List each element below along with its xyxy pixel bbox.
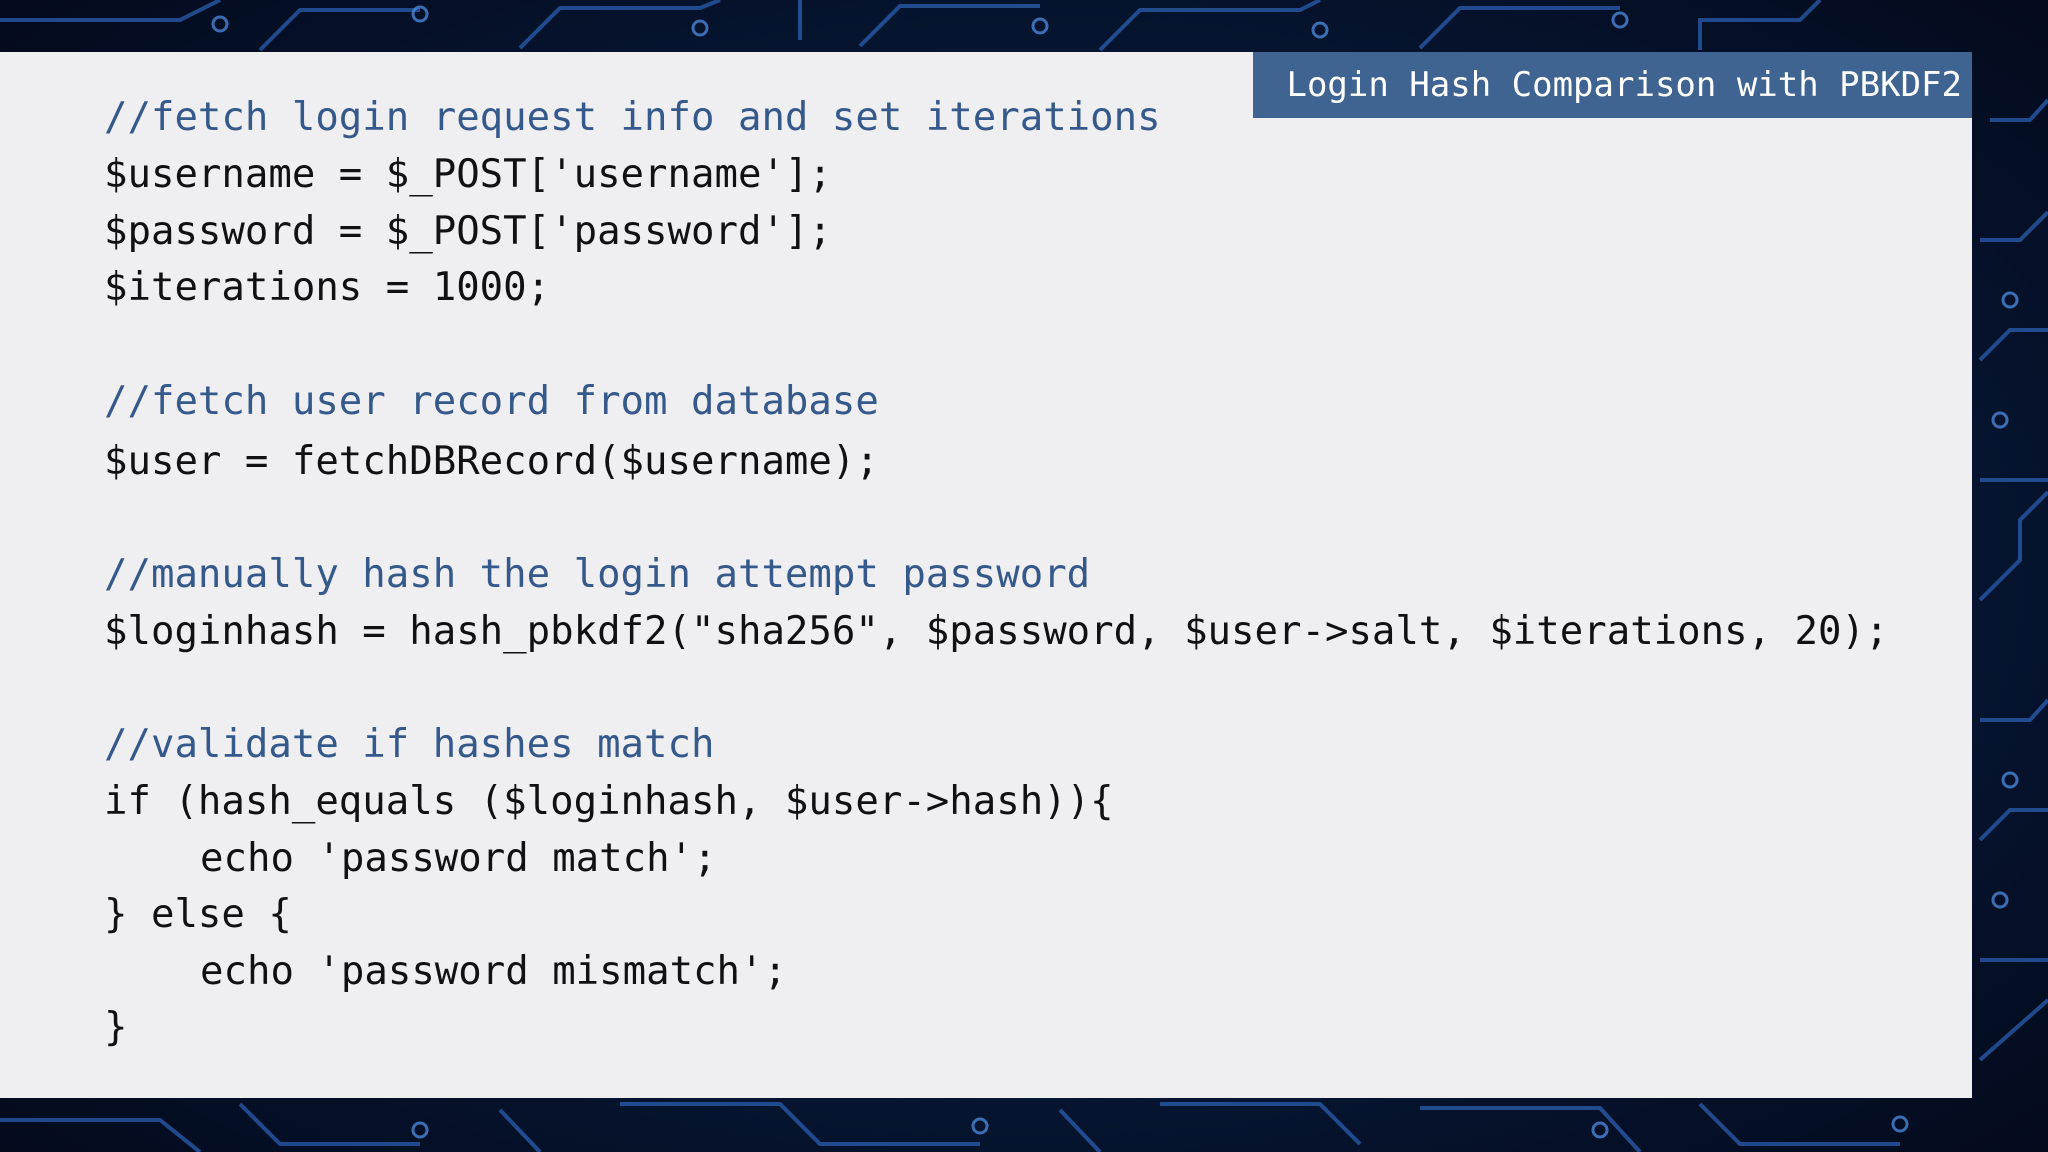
code-line: $password = $_POST['password'];	[104, 209, 832, 254]
code-line: $username = $_POST['username'];	[104, 152, 832, 197]
slide-title: Login Hash Comparison with PBKDF2	[1253, 52, 1972, 118]
code-line: $user = fetchDBRecord($username);	[104, 439, 879, 484]
code-comment-line: //fetch user record from database	[104, 379, 879, 424]
code-block: //fetch login request info and set itera…	[104, 92, 1888, 1050]
code-comment-line: //manually hash the login attempt passwo…	[104, 552, 1091, 597]
code-line: $iterations = 1000;	[104, 265, 551, 310]
code-comment-line: //fetch login request info and set itera…	[104, 95, 1161, 140]
code-line: } else {	[104, 892, 292, 937]
code-line: echo 'password match';	[200, 836, 717, 881]
code-line: $loginhash = hash_pbkdf2("sha256", $pass…	[104, 609, 1889, 654]
code-line: if (hash_equals ($loginhash, $user->hash…	[104, 779, 1114, 824]
code-line: }	[104, 1005, 128, 1050]
code-comment-line: //validate if hashes match	[104, 722, 715, 767]
code-line: echo 'password mismatch';	[200, 949, 787, 994]
